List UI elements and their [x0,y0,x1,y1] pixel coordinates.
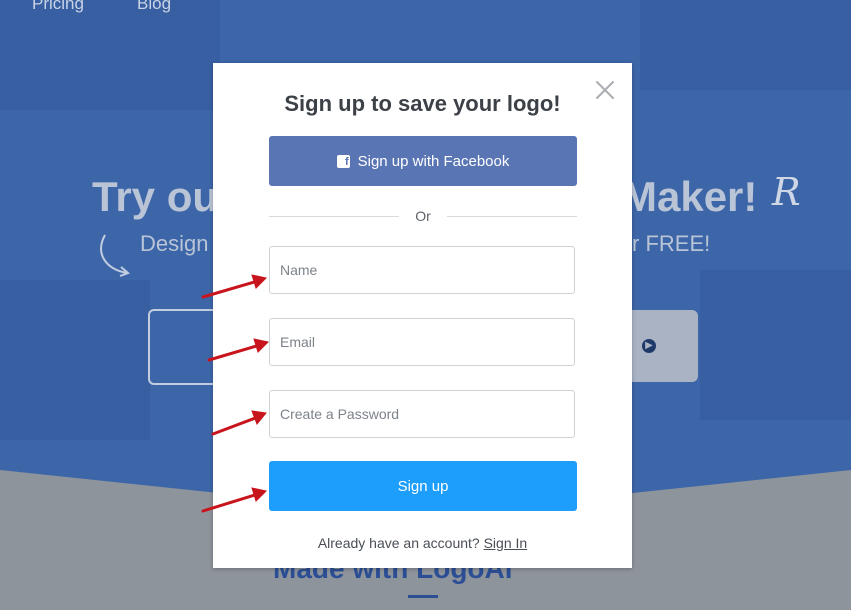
hero-sub-left: Design [140,231,209,256]
password-field[interactable] [269,390,575,438]
bg-tile [0,280,150,440]
heading-underline [408,595,438,598]
name-field[interactable] [269,246,575,294]
divider-line [269,215,400,217]
hero-sub-right: r FREE! [632,231,711,256]
signin-link[interactable]: Sign In [484,535,528,551]
signin-prompt: Already have an account? [317,535,480,551]
facebook-icon: f [336,154,350,168]
or-divider: Or [269,206,577,226]
hero-headline-right: Maker! [622,173,758,220]
hero-primary-button[interactable]: ▶ [632,310,698,382]
bg-tile [640,0,851,90]
modal-title: Sign up to save your logo! [284,91,561,116]
curved-arrow-icon [100,234,130,277]
signin-row: Already have an account? Sign In [213,535,632,551]
hero-headline-left: Try ou [92,173,219,220]
hero-secondary-button[interactable] [148,309,216,385]
nav-blog[interactable]: Blog [137,0,171,14]
arrow-right-icon: ▶ [642,339,656,353]
bg-tile [700,270,851,420]
bg-tile [0,0,220,110]
email-field[interactable] [269,318,575,366]
background-logo: R [772,170,801,214]
signup-modal: Sign up to save your logo! f Sign up wit… [213,63,632,568]
nav-pricing[interactable]: Pricing [32,0,84,14]
signup-button[interactable]: Sign up [269,461,577,511]
divider-line [446,215,577,217]
facebook-signup-label: Sign up with Facebook [357,152,510,170]
divider-text: Or [415,208,431,224]
facebook-signup-button[interactable]: f Sign up with Facebook [269,136,577,186]
